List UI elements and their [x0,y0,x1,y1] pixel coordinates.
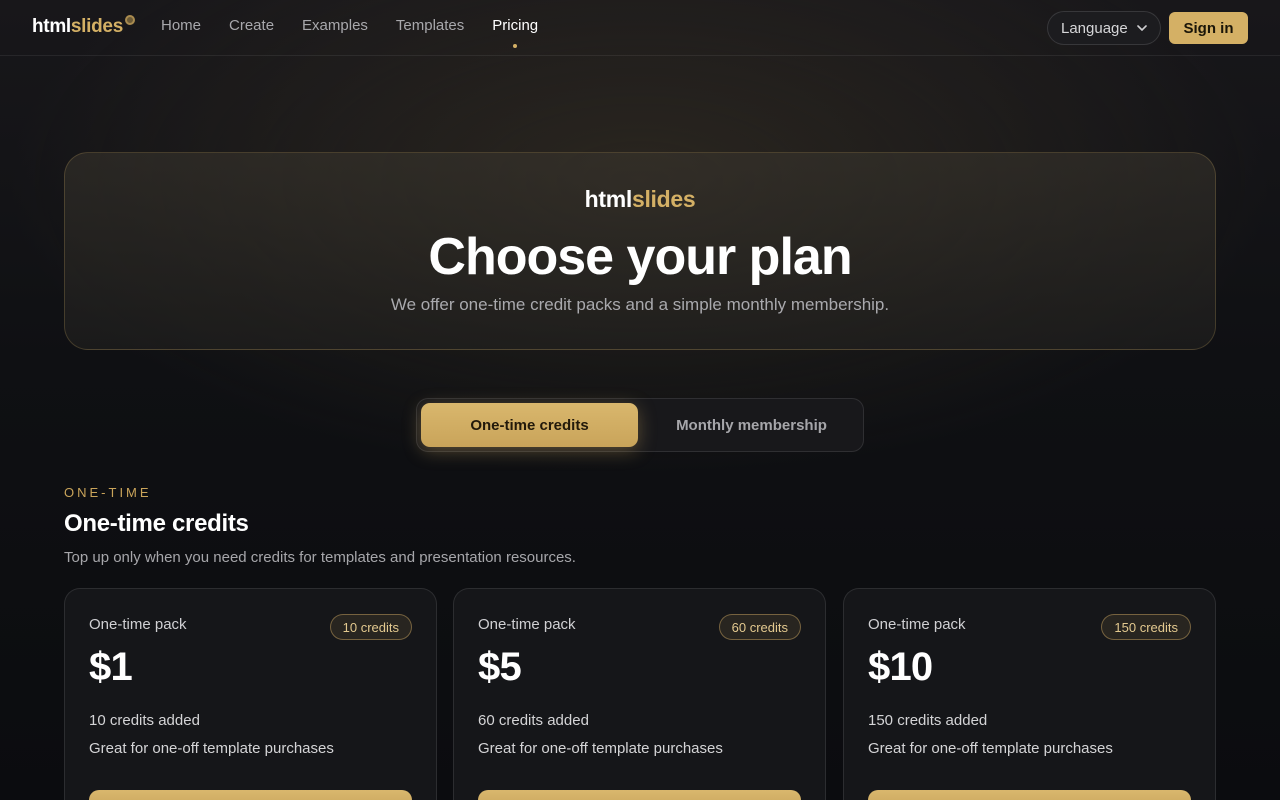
tab-one-time-credits[interactable]: One-time credits [421,403,638,447]
page-subtitle: We offer one-time credit packs and a sim… [390,295,890,314]
buy-button[interactable] [89,790,412,800]
card-credits-added: 150 credits added [868,712,988,729]
card-credits-added: 60 credits added [478,712,589,729]
nav-link-create[interactable]: Create [229,17,274,34]
brand-logo-part-slides: slides [70,16,123,37]
hero-panel: htmlslides Choose your plan We offer one… [64,152,1216,350]
nav-link-pricing[interactable]: Pricing [492,17,538,48]
brand-logo[interactable]: htmlslides [32,16,123,38]
card-kind: One-time pack [89,616,187,633]
pricing-card-1: One-time pack 10 credits $1 10 credits a… [64,588,437,800]
language-label: Language [1061,19,1128,37]
hero-brand-logo: htmlslides [65,186,1215,213]
language-selector[interactable]: Language [1047,11,1161,45]
buy-button[interactable] [868,790,1191,800]
hero-brand-part-slides: slides [631,186,696,212]
card-kind: One-time pack [478,616,576,633]
buy-button[interactable] [478,790,801,800]
plan-type-toggle: One-time credits Monthly membership [416,398,864,452]
nav-link-home[interactable]: Home [161,17,201,34]
card-price: $10 [868,645,933,689]
credits-badge: 60 credits [718,614,801,640]
credits-badge: 150 credits [1101,614,1191,640]
card-description: Great for one-off template purchases [868,740,1113,757]
nav-link-examples[interactable]: Examples [302,17,368,34]
card-credits-added: 10 credits added [89,712,200,729]
chevron-down-icon [1136,25,1147,31]
card-description: Great for one-off template purchases [478,740,723,757]
page-title: Choose your plan [428,228,852,286]
card-price: $1 [89,645,133,689]
section-title: One-time credits [64,510,249,537]
card-price: $5 [478,645,522,689]
brand-dot-icon [125,15,135,25]
nav-link-templates[interactable]: Templates [396,17,464,34]
card-kind: One-time pack [868,616,966,633]
brand-logo-part-html: html [32,16,71,37]
pricing-card-2: One-time pack 60 credits $5 60 credits a… [453,588,826,800]
pricing-card-3: One-time pack 150 credits $10 150 credit… [843,588,1216,800]
section-eyebrow: ONE-TIME [64,485,152,500]
section-subtitle: Top up only when you need credits for te… [64,549,576,566]
credits-badge: 10 credits [329,614,412,640]
nav-links: Home Create Examples Templates Pricing [147,17,552,48]
hero-brand-part-html: html [584,186,633,212]
tab-monthly-membership[interactable]: Monthly membership [643,403,860,447]
sign-in-button[interactable]: Sign in [1169,12,1248,44]
top-nav: htmlslides Home Create Examples Template… [0,0,1280,56]
card-description: Great for one-off template purchases [89,740,334,757]
